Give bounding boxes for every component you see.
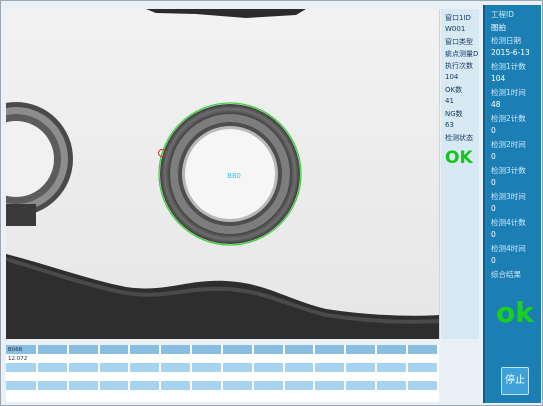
- count3-label: 检测3计数: [491, 166, 526, 175]
- time4-label: 检测4时间: [491, 244, 526, 253]
- overall-result-label: 综合结果: [491, 270, 521, 279]
- time2-label: 检测2时间: [491, 140, 526, 149]
- exec-count-label: 执行次数: [445, 62, 473, 70]
- status-panel: 窗口1ID W001 窗口类型 疵点测量D 执行次数 104 OK数 41 NG…: [441, 9, 479, 339]
- date-label: 检测日期: [491, 36, 521, 45]
- ok-count-value: 41: [445, 97, 454, 105]
- overall-result: ok: [496, 296, 534, 329]
- table-header-cell: B068: [6, 345, 38, 354]
- ok-count-label: OK数: [445, 86, 463, 94]
- table-row: [6, 363, 440, 372]
- date-value: 2015-6-13: [491, 48, 530, 57]
- project-id-value: 图拍: [491, 23, 506, 32]
- count2-value: 0: [491, 126, 496, 135]
- table-row: 12.072: [6, 354, 440, 363]
- project-id-label: 工程ID: [491, 10, 514, 19]
- stop-button[interactable]: 停止: [501, 367, 529, 395]
- overlay-label: B80: [227, 172, 241, 180]
- window-id-value: W001: [445, 25, 466, 33]
- time1-label: 检测1时间: [491, 88, 526, 97]
- window-id-label: 窗口1ID: [445, 14, 471, 22]
- count3-value: 0: [491, 178, 496, 187]
- count2-label: 检测2计数: [491, 114, 526, 123]
- distance-label: 疵点测量D: [445, 50, 479, 58]
- camera-image: B80: [6, 9, 439, 339]
- right-panel: 工程ID 图拍 检测日期 2015-6-13 检测1计数 104 检测1时间 4…: [483, 5, 541, 403]
- time4-value: 0: [491, 256, 496, 265]
- count1-label: 检测1计数: [491, 62, 526, 71]
- table-row: [6, 372, 440, 381]
- count4-label: 检测4计数: [491, 218, 526, 227]
- window-frame: B80 窗口1ID W001 窗口类型 疵点测量D 执行次数 104 OK数 4…: [0, 0, 543, 406]
- time2-value: 0: [491, 152, 496, 161]
- table-row: B068: [6, 345, 440, 354]
- exec-count-value: 104: [445, 73, 459, 81]
- window-type-label: 窗口类型: [445, 38, 473, 46]
- time1-value: 48: [491, 100, 501, 109]
- time3-value: 0: [491, 204, 496, 213]
- results-table: B068 12.072: [6, 345, 440, 402]
- count4-value: 0: [491, 230, 496, 239]
- camera-view[interactable]: B80: [6, 9, 440, 339]
- time3-label: 检测3时间: [491, 192, 526, 201]
- detect-status-result: OK: [445, 148, 473, 168]
- detect-status-label: 检测状态: [445, 134, 473, 142]
- ng-count-value: 63: [445, 121, 454, 129]
- table-row: [6, 381, 440, 390]
- table-value-cell: 12.072: [6, 354, 38, 363]
- ng-count-label: NG数: [445, 110, 463, 118]
- count1-value: 104: [491, 74, 506, 83]
